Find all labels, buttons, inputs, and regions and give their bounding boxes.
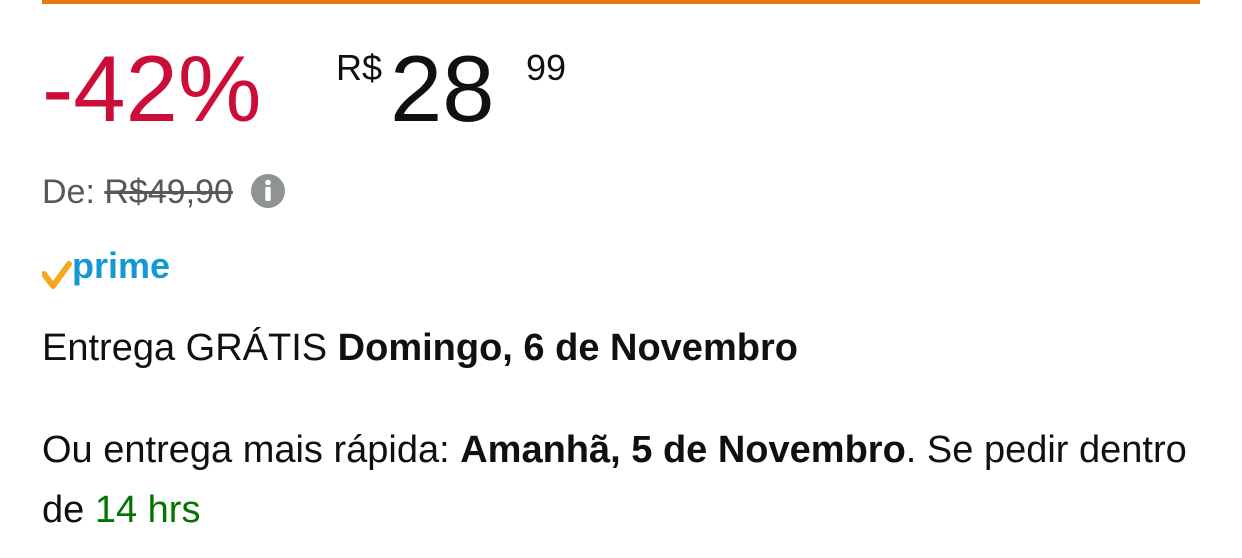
discount-percentage: -42% — [42, 36, 262, 141]
free-delivery-text: Entrega GRÁTIS Domingo, 6 de Novembro — [42, 324, 798, 372]
info-icon[interactable] — [250, 173, 286, 209]
price-fraction: 99 — [526, 47, 567, 88]
list-price: De: R$49,90 — [42, 170, 286, 214]
price-whole: 28 — [390, 36, 495, 141]
prime-logo-text: prime — [72, 245, 170, 286]
free-delivery-date: Domingo, 6 de Novembro — [337, 327, 798, 369]
accent-divider — [42, 0, 1200, 4]
prime-logo: prime — [41, 244, 202, 294]
order-countdown: 14 hrs — [94, 489, 201, 531]
price-currency-symbol: R$ — [336, 47, 383, 88]
free-delivery-prefix: Entrega GRÁTIS — [42, 327, 338, 369]
fast-delivery-prefix: Ou entrega mais rápida: — [42, 429, 461, 471]
list-price-label: De: — [42, 173, 105, 211]
list-price-value: R$49,90 — [104, 173, 233, 211]
product-price-block: -42% R$ 28 99 De: R$49,90 prime Entrega … — [0, 0, 1242, 558]
fast-delivery-text: Ou entrega mais rápida: Amanhã, 5 de Nov… — [42, 420, 1202, 540]
fast-delivery-date: Amanhã, 5 de Novembro — [460, 429, 906, 471]
